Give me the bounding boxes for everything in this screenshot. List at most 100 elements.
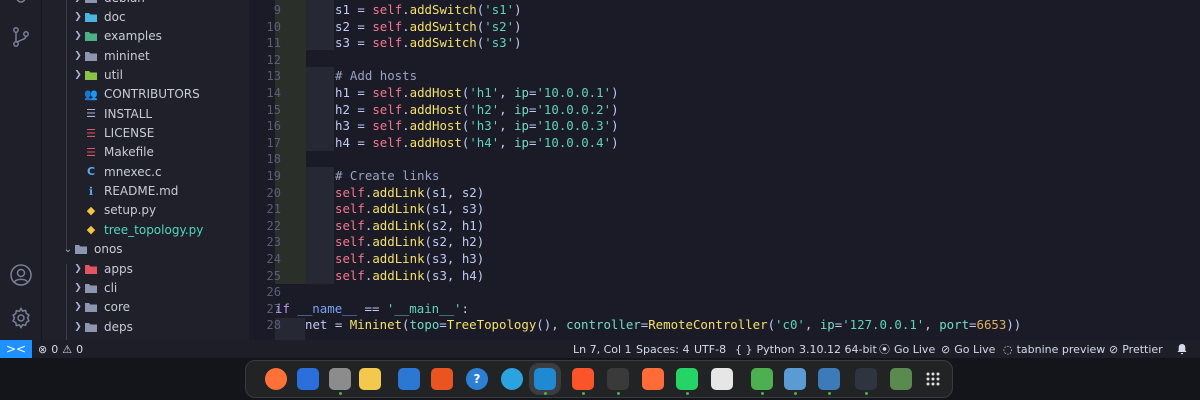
- rhythmbox-icon[interactable]: [359, 368, 381, 390]
- running-indicator: [582, 392, 585, 395]
- brave-icon[interactable]: [572, 368, 594, 390]
- tree-item-cli[interactable]: ❯ cli: [42, 278, 249, 297]
- folder-icon: [84, 49, 98, 63]
- tree-item-core[interactable]: ❯ core: [42, 298, 249, 317]
- prettier-status[interactable]: ⊘ Prettier: [1109, 340, 1163, 358]
- language-mode[interactable]: { } Python: [735, 340, 795, 358]
- help-icon[interactable]: ?: [466, 368, 488, 390]
- folder-icon: [84, 300, 98, 314]
- folder-icon: [84, 0, 98, 5]
- tree-item-label: mnexec.c: [104, 164, 162, 179]
- telegram-icon[interactable]: [501, 368, 523, 390]
- code-line-16: h3 = self.addHost('h3', ip='10.0.0.3'): [335, 118, 619, 134]
- chevron-down-icon: ⌄: [63, 243, 73, 255]
- files-icon[interactable]: [329, 368, 351, 390]
- tree-item-install[interactable]: ☰ INSTALL: [42, 104, 249, 123]
- code-line-28: net = Mininet(topo=TreeTopology(), contr…: [305, 317, 1022, 333]
- onos-icon[interactable]: [751, 368, 773, 390]
- explorer-icon[interactable]: [9, 0, 33, 14]
- tree-item-makefile[interactable]: ☰ Makefile: [42, 143, 249, 162]
- folder-icon: [84, 320, 98, 334]
- tree-item-readme-md[interactable]: ℹ README.md: [42, 182, 249, 201]
- line-number: 26: [266, 285, 281, 300]
- go-live-label: Go Live: [954, 342, 996, 356]
- indent-highlight: [306, 67, 334, 151]
- desktop-taskbar: ?: [0, 358, 1200, 400]
- tree-item-deps[interactable]: ❯ deps: [42, 317, 249, 336]
- source-control-icon[interactable]: [9, 25, 33, 49]
- go-live-button-2[interactable]: ⊘ Go Live: [941, 340, 995, 358]
- remote-indicator-button[interactable]: ><: [0, 340, 32, 358]
- code-line-20: self.addLink(s1, s2): [335, 184, 485, 200]
- file-icon: ◆: [86, 223, 96, 237]
- tree-item-label: apps: [104, 261, 133, 276]
- notifications-bell-icon[interactable]: [1176, 340, 1188, 358]
- chevron-right-icon: ❯: [72, 0, 84, 3]
- console-icon[interactable]: [855, 368, 877, 390]
- tree-item-setup-py[interactable]: ◆ setup.py: [42, 201, 249, 220]
- chevron-right-icon: ❯: [74, 321, 82, 332]
- line-number: 12: [266, 52, 281, 67]
- tree-item-mininet[interactable]: ❯ mininet: [42, 46, 249, 65]
- tree-item-license[interactable]: ☰ LICENSE: [42, 123, 249, 142]
- code-line-21: self.addLink(s1, s3): [335, 201, 485, 217]
- tree-item-onos[interactable]: ⌄ onos: [42, 240, 249, 259]
- code-editor[interactable]: 9 10 11 12 13 14 15 16 17 18 19 20 21 22 23 24 25 26 27 28 …: [249, 0, 1200, 340]
- running-indicator: [617, 392, 620, 395]
- inkscape-icon[interactable]: [711, 368, 733, 390]
- file-icon: 👥: [84, 87, 98, 101]
- file-icon: ☰: [86, 107, 96, 121]
- thunderbird-icon[interactable]: [297, 368, 319, 390]
- firefox-icon[interactable]: [265, 368, 287, 390]
- software-icon[interactable]: [431, 368, 453, 390]
- tree-item-label: debian: [104, 0, 145, 5]
- chevron-right-icon: ❯: [74, 263, 82, 274]
- line-number: 19: [266, 169, 281, 183]
- problems-indicator[interactable]: ⊗ 0 ⚠ 0: [38, 340, 83, 358]
- broadcast-icon: ⊘: [941, 342, 951, 356]
- code-line-25: self.addLink(s3, h4): [335, 267, 485, 283]
- tabnine-status[interactable]: ◌ tabnine preview: [1003, 340, 1105, 358]
- monitor-icon[interactable]: [818, 368, 840, 390]
- cursor-position[interactable]: Ln 7, Col 1: [573, 340, 632, 358]
- tree-item-apps[interactable]: ❯ apps: [42, 259, 249, 278]
- trash-icon[interactable]: [890, 368, 912, 390]
- tree-item-mnexec-c[interactable]: Cmnexec.c: [42, 162, 249, 181]
- code-line-11: s3 = self.addSwitch('s3'): [335, 35, 522, 51]
- line-number: 14: [266, 86, 281, 100]
- tree-item-debian[interactable]: ❯ debian: [42, 0, 249, 7]
- settings-gear-icon[interactable]: [9, 306, 33, 330]
- tree-item-contributors[interactable]: 👥 CONTRIBUTORS: [42, 85, 249, 104]
- code-line-14: h1 = self.addHost('h1', ip='10.0.0.1'): [335, 85, 619, 100]
- code-line-17: h4 = self.addHost('h4', ip='10.0.0.4'): [335, 134, 619, 150]
- postman-icon[interactable]: [642, 368, 664, 390]
- folder-icon: [84, 68, 98, 82]
- tree-item-label: core: [104, 300, 130, 315]
- wireshark-icon[interactable]: [784, 368, 806, 390]
- app-grid-icon[interactable]: [922, 368, 944, 390]
- indent-highlight: [306, 0, 334, 50]
- tree-item-doc[interactable]: ❯ doc: [42, 7, 249, 26]
- code-line-10: s2 = self.addSwitch('s2'): [335, 18, 522, 34]
- tree-item-label: util: [104, 68, 123, 83]
- whatsapp-icon[interactable]: [676, 368, 698, 390]
- status-bar: >< ⊗ 0 ⚠ 0 Ln 7, Col 1 Spaces: 4 UTF-8 {…: [0, 340, 1200, 358]
- encoding-setting[interactable]: UTF-8: [694, 340, 726, 358]
- language-label: Python: [756, 342, 795, 356]
- line-number: 9: [273, 3, 281, 17]
- tree-item-util[interactable]: ❯ util: [42, 65, 249, 84]
- vscode-icon[interactable]: [529, 363, 561, 395]
- tree-item-examples[interactable]: ❯ examples: [42, 27, 249, 46]
- account-icon[interactable]: [9, 263, 33, 287]
- writer-icon[interactable]: [398, 368, 420, 390]
- indentation-setting[interactable]: Spaces: 4: [636, 340, 689, 358]
- tree-item-label: mininet: [104, 48, 150, 63]
- file-icon: ◆: [86, 203, 96, 217]
- go-live-button[interactable]: ⦿ Go Live: [879, 340, 935, 358]
- tree-item-tree-topology-py[interactable]: ◆ tree_topology.py: [42, 220, 249, 239]
- running-indicator: [544, 392, 547, 395]
- python-interpreter[interactable]: 3.10.12 64-bit: [799, 340, 877, 358]
- terminal-icon[interactable]: [607, 368, 629, 390]
- warning-count: 0: [76, 342, 84, 356]
- folder-icon: [84, 262, 98, 276]
